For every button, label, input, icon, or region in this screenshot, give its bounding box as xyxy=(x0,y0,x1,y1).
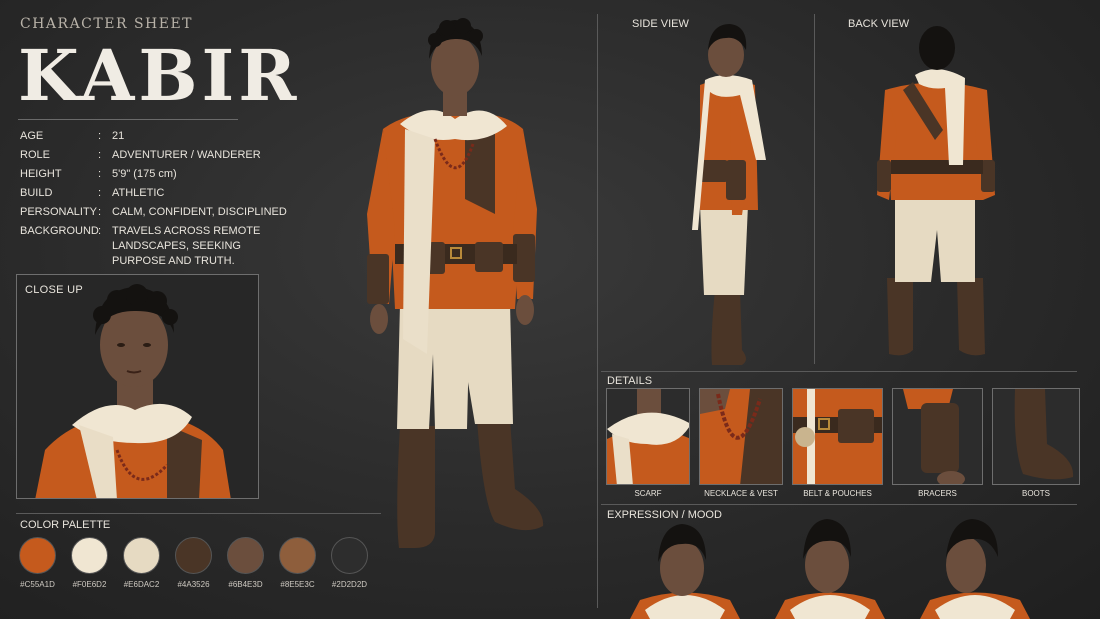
details-row: SCARF NECKLACE & VEST BELT & POUCHES BRA… xyxy=(606,388,1080,498)
swatch-item: #6B4E3D xyxy=(227,537,264,589)
detail-item-boots: BOOTS xyxy=(992,388,1080,498)
swatch-hex: #F0E6D2 xyxy=(72,580,107,589)
stat-row-background: BACKGROUND: TRAVELS ACROSS REMOTE LANDSCA… xyxy=(20,222,320,269)
stat-key: PERSONALITY xyxy=(20,206,98,218)
detail-item-necklace-vest: NECKLACE & VEST xyxy=(699,388,783,498)
color-swatch xyxy=(279,537,316,574)
swatch-hex: #4A3526 xyxy=(177,580,210,589)
expression-divider xyxy=(601,504,1077,505)
swatch-hex: #8E5E3C xyxy=(280,580,315,589)
stat-colon: : xyxy=(98,149,102,161)
back-view-figure xyxy=(877,26,995,356)
detail-item-belt-pouches: BELT & POUCHES xyxy=(792,388,883,498)
swatch-hex: #E6DAC2 xyxy=(123,580,160,589)
stat-key: BUILD xyxy=(20,187,53,199)
detail-caption: NECKLACE & VEST xyxy=(704,489,778,498)
column-divider xyxy=(597,14,598,608)
swatch-hex: #C55A1D xyxy=(20,580,55,589)
stat-colon: : xyxy=(98,206,102,218)
stat-key: BACKGROUND xyxy=(20,225,99,237)
swatch-item: #E6DAC2 xyxy=(123,537,160,589)
stat-row-height: HEIGHT:5'9" (175 cm) xyxy=(20,165,320,184)
detail-caption: BRACERS xyxy=(918,489,957,498)
palette-divider xyxy=(16,513,381,514)
detail-thumb xyxy=(606,388,690,485)
palette-title: COLOR PALETTE xyxy=(20,519,111,531)
main-figure xyxy=(367,18,544,548)
swatch-hex: #6B4E3D xyxy=(228,580,263,589)
swatch-item: #4A3526 xyxy=(175,537,212,589)
stat-value: ATHLETIC xyxy=(112,187,165,199)
detail-caption: SCARF xyxy=(634,489,662,498)
stat-value: 5'9" (175 cm) xyxy=(112,168,177,180)
stat-key: ROLE xyxy=(20,149,50,161)
stat-value: CALM, CONFIDENT, DISCIPLINED xyxy=(112,206,287,218)
views-divider xyxy=(814,14,815,364)
detail-thumb xyxy=(892,388,983,485)
stat-colon: : xyxy=(98,225,102,237)
details-divider xyxy=(601,371,1077,372)
detail-thumb xyxy=(699,388,783,485)
color-swatch xyxy=(123,537,160,574)
stat-row-personality: PERSONALITY: CALM, CONFIDENT, DISCIPLINED xyxy=(20,203,320,222)
character-name: KABIR xyxy=(18,34,301,117)
color-swatch xyxy=(71,537,108,574)
stats-list: AGE:21 ROLE: ADVENTURER / WANDERER HEIGHT… xyxy=(20,127,320,269)
closeup-portrait xyxy=(17,275,258,498)
color-palette: #C55A1D #F0E6D2 #E6DAC2 #4A3526 #6B4E3D … xyxy=(19,537,368,589)
detail-item-scarf: SCARF xyxy=(606,388,690,498)
expression-face-3 xyxy=(920,519,1030,619)
swatch-hex: #2D2D2D xyxy=(331,580,368,589)
stat-key: HEIGHT xyxy=(20,168,62,180)
closeup-panel: CLOSE UP xyxy=(16,274,259,499)
swatch-item: #C55A1D xyxy=(19,537,56,589)
stat-colon: : xyxy=(98,187,102,199)
stat-key: AGE xyxy=(20,130,44,142)
detail-thumb xyxy=(792,388,883,485)
swatch-item: #8E5E3C xyxy=(279,537,316,589)
sheet-label: CHARACTER SHEET xyxy=(20,16,194,32)
detail-caption: BOOTS xyxy=(1021,489,1050,498)
stat-row-build: BUILD: ATHLETIC xyxy=(20,184,320,203)
stat-value: 21 xyxy=(112,130,125,142)
color-swatch xyxy=(19,537,56,574)
stat-row-role: ROLE: ADVENTURER / WANDERER xyxy=(20,146,320,165)
stat-colon: : xyxy=(98,130,102,142)
color-swatch xyxy=(175,537,212,574)
expression-face-1 xyxy=(630,524,740,619)
stat-value: ADVENTURER / WANDERER xyxy=(112,149,261,161)
detail-caption: BELT & POUCHES xyxy=(803,489,872,498)
side-view-figure xyxy=(692,24,766,365)
color-swatch xyxy=(227,537,264,574)
expression-face-2 xyxy=(775,519,885,619)
detail-thumb xyxy=(992,388,1080,485)
details-title: DETAILS xyxy=(607,375,653,387)
stat-colon: : xyxy=(98,168,102,180)
stat-value: TRAVELS ACROSS REMOTE LANDSCAPES, SEEKIN… xyxy=(112,225,261,267)
name-divider xyxy=(18,119,238,120)
stat-row-age: AGE:21 xyxy=(20,127,320,146)
detail-item-bracers: BRACERS xyxy=(892,388,983,498)
swatch-item: #F0E6D2 xyxy=(71,537,108,589)
closeup-label: CLOSE UP xyxy=(25,284,84,296)
